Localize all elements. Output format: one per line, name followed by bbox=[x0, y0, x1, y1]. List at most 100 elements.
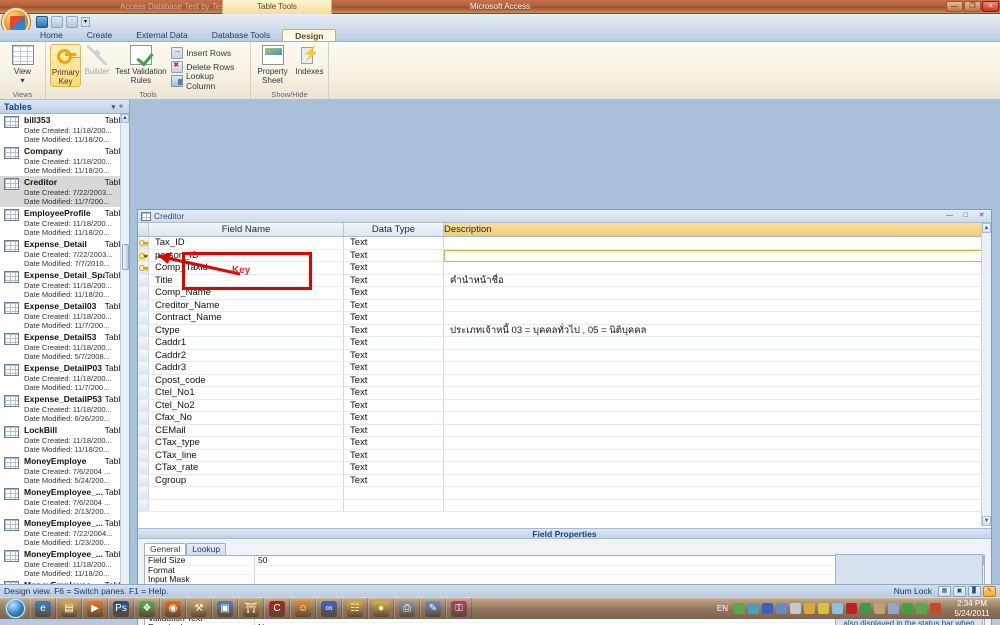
row-selector[interactable] bbox=[138, 437, 149, 449]
row-selector[interactable] bbox=[138, 300, 149, 312]
data-type-cell[interactable]: Text bbox=[344, 375, 444, 387]
data-type-cell[interactable]: Text bbox=[344, 437, 444, 449]
test-validation-rules-button[interactable]: Test Validation Rules bbox=[113, 44, 170, 85]
description-cell[interactable] bbox=[444, 437, 991, 449]
photoshop-icon[interactable]: Ps bbox=[108, 598, 134, 619]
field-row[interactable]: CTax_rateText bbox=[138, 462, 991, 475]
nav-table-item[interactable]: Expense_DetailP53TableDate Created: 11/1… bbox=[0, 393, 129, 424]
field-name-cell[interactable]: Caddr2 bbox=[149, 350, 344, 362]
field-row[interactable]: CgroupText bbox=[138, 475, 991, 488]
field-row[interactable]: ▸person_IDText bbox=[138, 250, 991, 263]
row-selector[interactable] bbox=[138, 487, 149, 499]
description-cell[interactable] bbox=[444, 375, 991, 387]
scroll-up-arrow-icon[interactable]: ▲ bbox=[121, 114, 129, 123]
field-row[interactable] bbox=[138, 500, 991, 513]
datasheet-view-icon[interactable]: ▦ bbox=[938, 586, 951, 597]
infinity-icon[interactable]: ∞ bbox=[316, 598, 342, 619]
column-header-data-type[interactable]: Data Type bbox=[344, 223, 444, 236]
data-type-cell[interactable]: Text bbox=[344, 450, 444, 462]
row-selector[interactable]: ▸ bbox=[138, 250, 149, 262]
internet-explorer-icon[interactable]: e bbox=[30, 598, 56, 619]
scrollbar-thumb[interactable] bbox=[122, 244, 129, 270]
property-sheet-button[interactable]: Property Sheet bbox=[253, 44, 293, 85]
nav-table-item[interactable]: MoneyEmployeTableDate Created: 7/6/2004 … bbox=[0, 455, 129, 486]
nav-table-item[interactable]: MoneyEmployee_...TableDate Created: 7/22… bbox=[0, 517, 129, 548]
field-row[interactable]: Cpost_codeText bbox=[138, 375, 991, 388]
field-row[interactable] bbox=[138, 487, 991, 500]
data-type-cell[interactable]: Text bbox=[344, 337, 444, 349]
field-name-cell[interactable]: Caddr1 bbox=[149, 337, 344, 349]
field-row[interactable]: Comp_NameText bbox=[138, 287, 991, 300]
pivotchart-view-icon[interactable]: ▊ bbox=[968, 586, 981, 597]
field-name-cell[interactable]: Cgroup bbox=[149, 475, 344, 487]
design-view-icon[interactable]: ✎ bbox=[983, 586, 996, 597]
data-type-cell[interactable]: Text bbox=[344, 275, 444, 287]
column-header-field-name[interactable]: Field Name bbox=[149, 223, 344, 236]
row-selector[interactable] bbox=[138, 425, 149, 437]
navigation-pane-list[interactable]: bill353TableDate Created: 11/18/200...Da… bbox=[0, 114, 129, 597]
data-type-cell[interactable]: Text bbox=[344, 312, 444, 324]
description-cell[interactable] bbox=[444, 400, 991, 412]
data-type-cell[interactable]: Text bbox=[344, 237, 444, 249]
tools-icon[interactable]: ⚒ bbox=[186, 598, 212, 619]
field-name-cell[interactable]: Title bbox=[149, 275, 344, 287]
nav-table-item[interactable]: MoneyEmployee_...TableDate Created: 7/6/… bbox=[0, 486, 129, 517]
field-name-cell[interactable]: Creditor_Name bbox=[149, 300, 344, 312]
row-selector[interactable] bbox=[138, 412, 149, 424]
restore-button[interactable]: ❐ bbox=[964, 1, 981, 12]
field-name-cell[interactable]: CTax_rate bbox=[149, 462, 344, 474]
tab-database-tools[interactable]: Database Tools bbox=[200, 29, 282, 41]
insert-rows-button[interactable]: Insert Rows bbox=[169, 46, 246, 60]
tray-icon-2[interactable] bbox=[762, 603, 773, 614]
system-tray[interactable]: EN 2:34 PM 5/24/2011 bbox=[714, 599, 1000, 619]
field-row[interactable]: Cfax_NoText bbox=[138, 412, 991, 425]
grid-scroll-down-arrow-icon[interactable]: ▼ bbox=[982, 516, 991, 526]
tab-external-data[interactable]: External Data bbox=[124, 29, 200, 41]
description-cell[interactable]: ประเภทเจ้าหนี้ 03 = บุคคลทั่วไป , 05 = น… bbox=[444, 325, 991, 337]
taskbar-app-icons[interactable]: e▤▶Ps❖◉⚒▣⛩C☺∞☷●⎙✎⚿ bbox=[30, 598, 472, 619]
field-name-cell[interactable]: Ctype bbox=[149, 325, 344, 337]
row-selector[interactable] bbox=[138, 262, 149, 274]
redo-icon[interactable] bbox=[66, 16, 78, 28]
nav-table-item[interactable]: CreditorTableDate Created: 7/22/2003...D… bbox=[0, 176, 129, 207]
row-selector[interactable] bbox=[138, 450, 149, 462]
lookup-column-button[interactable]: Lookup Column bbox=[169, 74, 246, 88]
grid-body[interactable]: Tax_IDText▸person_IDTextComp_TaxidTextTi… bbox=[138, 237, 991, 512]
description-cell[interactable] bbox=[444, 312, 991, 324]
tray-icon-11[interactable] bbox=[888, 603, 899, 614]
field-row[interactable]: Ctel_No2Text bbox=[138, 400, 991, 413]
nav-table-item[interactable]: bill353TableDate Created: 11/18/200...Da… bbox=[0, 114, 129, 145]
field-row[interactable]: Ctel_No1Text bbox=[138, 387, 991, 400]
description-cell[interactable] bbox=[444, 300, 991, 312]
field-row[interactable]: TitleTextคำนำหน้าชื่อ bbox=[138, 275, 991, 288]
tray-icon-9[interactable] bbox=[860, 603, 871, 614]
tab-general[interactable]: General bbox=[144, 543, 186, 555]
row-selector[interactable] bbox=[138, 325, 149, 337]
tray-icon-10[interactable] bbox=[874, 603, 885, 614]
tray-icon-1[interactable] bbox=[748, 603, 759, 614]
field-row[interactable]: Tax_IDText bbox=[138, 237, 991, 250]
description-cell[interactable] bbox=[444, 412, 991, 424]
field-row[interactable]: Caddr2Text bbox=[138, 350, 991, 363]
doc-restore-button[interactable]: □ bbox=[959, 211, 972, 221]
description-cell[interactable]: คำนำหน้าชื่อ bbox=[444, 275, 991, 287]
minimize-button[interactable]: — bbox=[946, 1, 963, 12]
field-name-cell[interactable]: Comp_Name bbox=[149, 287, 344, 299]
printer-icon[interactable]: ⎙ bbox=[394, 598, 420, 619]
field-name-cell[interactable] bbox=[149, 487, 344, 499]
save-icon[interactable] bbox=[36, 16, 48, 28]
description-cell[interactable] bbox=[444, 350, 991, 362]
tray-icon-5[interactable] bbox=[804, 603, 815, 614]
field-row[interactable]: Caddr1Text bbox=[138, 337, 991, 350]
description-cell[interactable] bbox=[444, 487, 991, 499]
tab-home[interactable]: Home bbox=[28, 29, 75, 41]
field-name-cell[interactable]: Ctel_No1 bbox=[149, 387, 344, 399]
calc-icon[interactable]: ☷ bbox=[342, 598, 368, 619]
row-selector[interactable] bbox=[138, 350, 149, 362]
tab-lookup[interactable]: Lookup bbox=[186, 543, 226, 555]
field-name-cell[interactable]: Cfax_No bbox=[149, 412, 344, 424]
data-type-cell[interactable]: Text bbox=[344, 400, 444, 412]
data-type-cell[interactable]: Text bbox=[344, 462, 444, 474]
primary-key-button[interactable]: Primary Key bbox=[50, 44, 81, 87]
grid-vertical-scrollbar[interactable]: ▲ ▼ bbox=[981, 223, 991, 526]
